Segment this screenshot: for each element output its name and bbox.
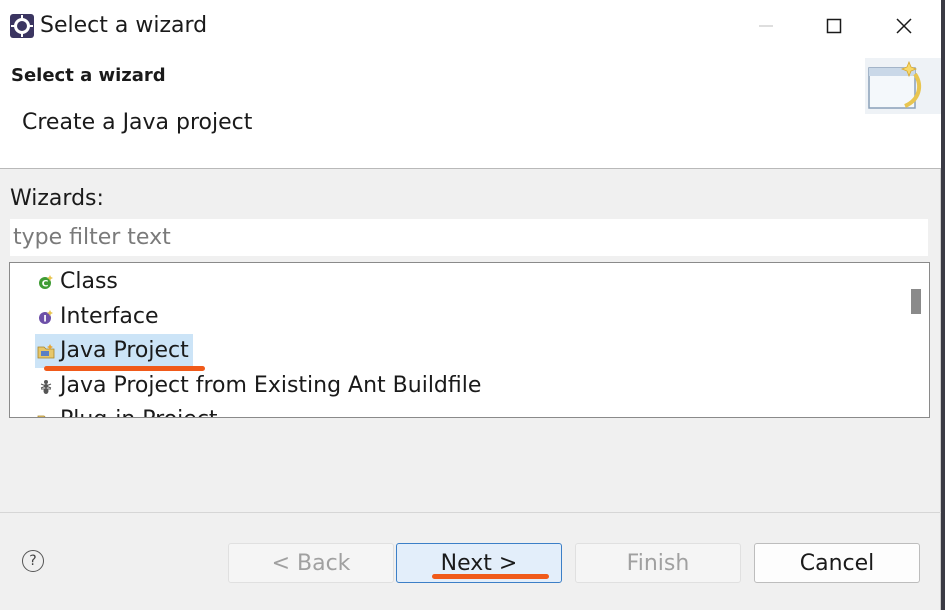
minimize-icon (759, 25, 773, 27)
tree-item-label: Java Project from Existing Ant Buildfile (60, 373, 482, 398)
close-button[interactable] (880, 8, 928, 44)
svg-text:I: I (43, 315, 46, 325)
window-title: Select a wizard (40, 13, 208, 38)
tree-item-class[interactable]: C Class (36, 265, 122, 299)
tree-item-label: Class (60, 269, 118, 294)
tree-scrollbar[interactable] (903, 263, 929, 417)
tree-item-interface[interactable]: I Interface (36, 300, 163, 334)
header-description: Create a Java project (22, 110, 253, 135)
back-button[interactable]: < Back (228, 543, 394, 583)
tree-item-label: Java Project (60, 338, 189, 363)
wizard-tree[interactable]: C Class I Interface Java Project Java Pr… (9, 262, 930, 418)
eclipse-app-icon (10, 14, 34, 38)
filter-input[interactable] (10, 219, 928, 256)
highlight-underline-java-project (44, 366, 205, 371)
wizard-dialog: Select a wizard Select a wizard Create a… (0, 0, 941, 610)
maximize-button[interactable] (810, 8, 858, 44)
highlight-underline-next (432, 574, 549, 579)
tree-item-plugin-project[interactable]: Plug-in Project (36, 403, 222, 417)
tree-item-label: Plug-in Project (58, 405, 220, 417)
finish-button[interactable]: Finish (575, 543, 741, 583)
tree-item-java-project[interactable]: Java Project (35, 334, 193, 368)
svg-text:C: C (42, 280, 49, 290)
ant-icon (36, 376, 56, 396)
wizards-label: Wizards: (10, 186, 104, 211)
tree-item-ant-project[interactable]: Java Project from Existing Ant Buildfile (36, 369, 485, 403)
help-icon: ? (29, 553, 37, 569)
interface-icon: I (36, 307, 56, 327)
class-icon: C (36, 272, 56, 292)
tree-item-label: Interface (60, 304, 159, 329)
scrollbar-thumb[interactable] (911, 289, 921, 314)
maximize-icon (826, 18, 842, 34)
header-title: Select a wizard (11, 65, 166, 86)
cancel-button[interactable]: Cancel (754, 543, 920, 583)
plugin-project-icon (36, 410, 56, 417)
java-project-icon (36, 341, 56, 361)
help-button[interactable]: ? (22, 550, 44, 572)
title-bar[interactable]: Select a wizard (0, 0, 941, 52)
close-icon (896, 18, 912, 34)
minimize-button[interactable] (742, 8, 790, 44)
wizard-header: Select a wizard Create a Java project (0, 52, 941, 169)
button-bar-separator (0, 512, 941, 513)
wizard-banner-icon (865, 58, 941, 114)
